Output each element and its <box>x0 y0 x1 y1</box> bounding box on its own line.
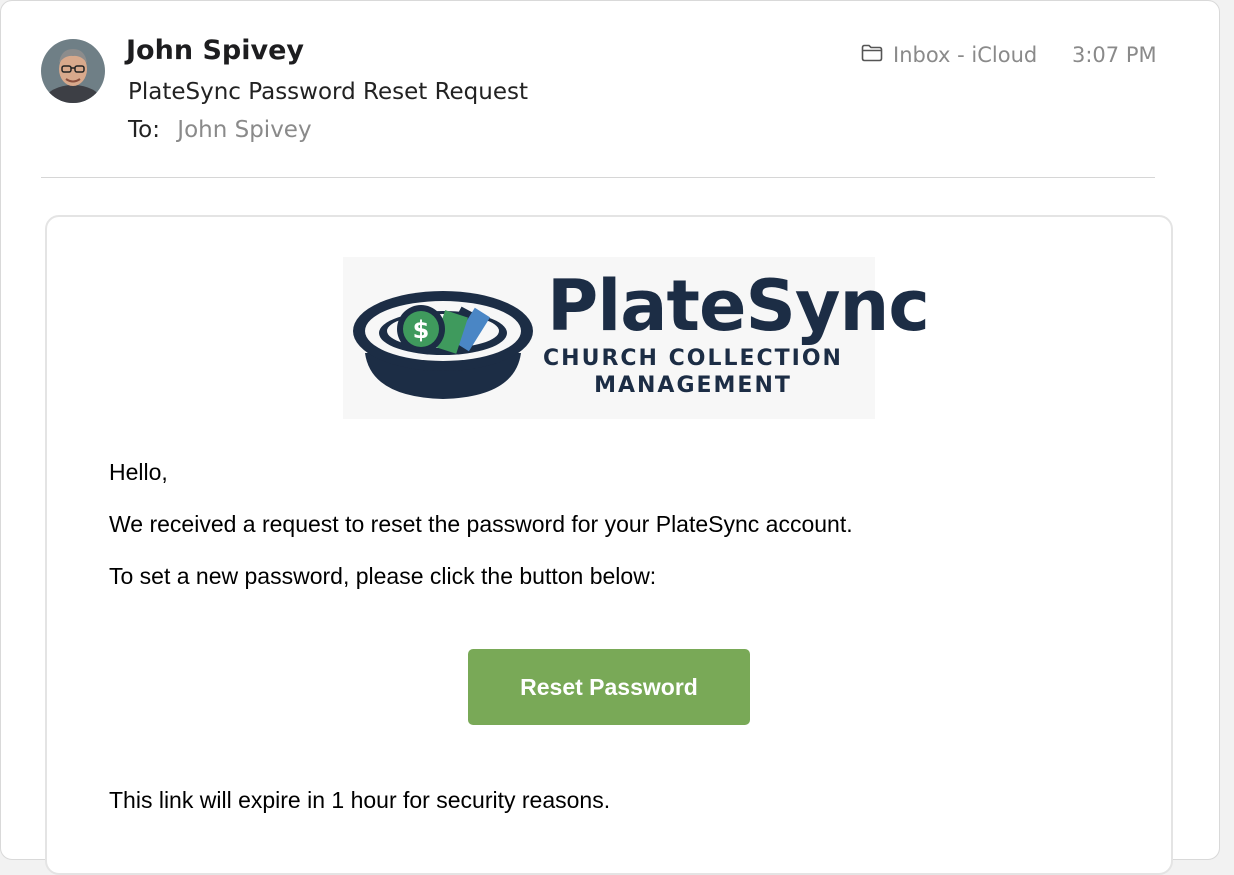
to-label: To: <box>128 117 160 143</box>
recipient-row: To: John Spivey <box>128 117 312 143</box>
collection-plate-icon: $ <box>353 291 533 399</box>
request-text: We received a request to reset the passw… <box>109 511 853 537</box>
sender-name[interactable]: John Spivey <box>126 35 304 66</box>
mailbox-indicator[interactable]: Inbox - iCloud <box>861 43 1037 67</box>
mailbox-label: Inbox - iCloud <box>893 43 1038 67</box>
reset-password-button[interactable]: Reset Password <box>468 649 750 725</box>
received-time: 3:07 PM <box>1072 43 1157 67</box>
logo-subtitle-line1: CHURCH COLLECTION <box>543 346 843 371</box>
email-body-card: $ PlateSync CHURCH COLLECTION MANAGEMENT… <box>45 215 1173 875</box>
logo-title: PlateSync <box>547 265 930 347</box>
window-edge <box>1220 0 1234 836</box>
instruction-text: To set a new password, please click the … <box>109 563 657 589</box>
platesync-logo: $ PlateSync CHURCH COLLECTION MANAGEMENT <box>343 257 930 419</box>
folder-icon <box>861 43 883 67</box>
email-subject: PlateSync Password Reset Request <box>128 79 528 105</box>
coin-symbol: $ <box>413 316 430 344</box>
sender-avatar <box>41 39 105 103</box>
email-viewer: John Spivey PlateSync Password Reset Req… <box>0 0 1220 875</box>
logo-subtitle: CHURCH COLLECTION MANAGEMENT <box>543 345 843 399</box>
header-divider <box>41 177 1155 178</box>
logo-subtitle-line2: MANAGEMENT <box>594 373 792 398</box>
recipient-name[interactable]: John Spivey <box>177 117 311 143</box>
expiry-notice: This link will expire in 1 hour for secu… <box>109 787 611 813</box>
greeting-text: Hello, <box>109 459 168 485</box>
